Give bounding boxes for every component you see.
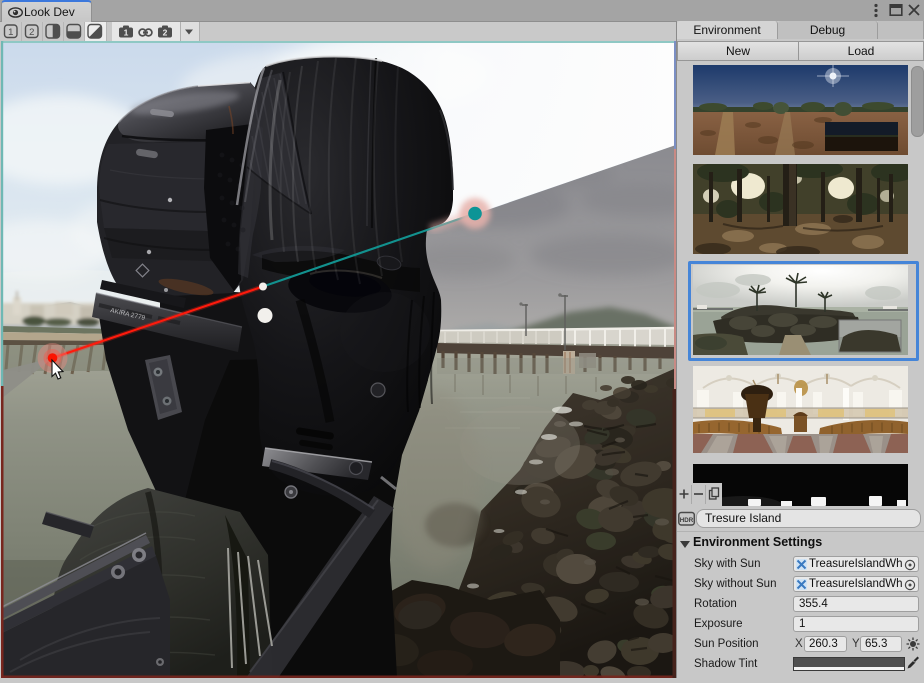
svg-text:2: 2	[163, 28, 168, 38]
svg-text:1: 1	[124, 28, 129, 38]
svg-text:1: 1	[8, 27, 13, 38]
svg-text:HDR: HDR	[680, 517, 694, 524]
svg-text:2: 2	[29, 27, 34, 38]
